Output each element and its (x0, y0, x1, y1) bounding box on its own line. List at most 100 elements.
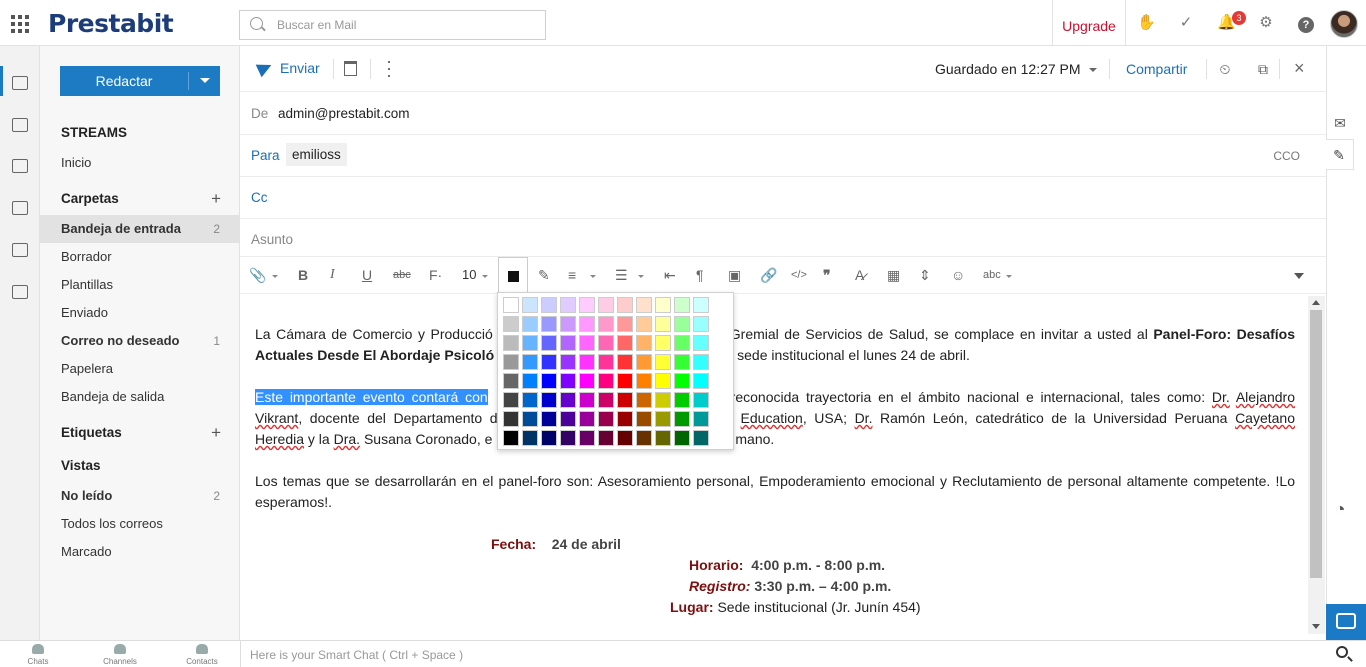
italic-icon[interactable]: I (330, 267, 335, 283)
color-swatch[interactable] (617, 297, 633, 313)
help-icon[interactable]: ? (1298, 17, 1314, 33)
cc-label[interactable]: Cc (251, 190, 268, 205)
link-icon[interactable]: 🔗 (760, 267, 777, 283)
color-swatch[interactable] (560, 373, 576, 389)
color-swatch[interactable] (579, 316, 595, 332)
color-swatch[interactable] (598, 392, 614, 408)
color-swatch[interactable] (617, 392, 633, 408)
list-dropdown-icon[interactable] (638, 275, 644, 278)
color-swatch[interactable] (579, 373, 595, 389)
attachment-icon[interactable]: 📎 (249, 267, 266, 283)
align-dropdown-icon[interactable] (590, 275, 596, 278)
color-swatch[interactable] (655, 411, 671, 427)
color-swatch[interactable] (674, 297, 690, 313)
app-grid-icon[interactable] (11, 15, 29, 33)
color-swatch[interactable] (674, 430, 690, 446)
color-swatch[interactable] (636, 373, 652, 389)
color-swatch[interactable] (560, 411, 576, 427)
color-swatch[interactable] (674, 392, 690, 408)
sidebar-item-all-mail[interactable]: Todos los correos (40, 510, 240, 538)
color-swatch[interactable] (636, 316, 652, 332)
color-swatch[interactable] (693, 354, 709, 370)
color-swatch[interactable] (522, 430, 538, 446)
color-swatch[interactable] (617, 354, 633, 370)
color-swatch[interactable] (541, 430, 557, 446)
color-swatch[interactable] (560, 335, 576, 351)
color-swatch[interactable] (693, 373, 709, 389)
color-swatch[interactable] (522, 354, 538, 370)
color-swatch[interactable] (541, 392, 557, 408)
settings-gear-icon[interactable]: ⚙ (1257, 14, 1275, 32)
sidebar-item-flagged[interactable]: Marcado (40, 538, 240, 566)
color-swatch[interactable] (636, 297, 652, 313)
color-swatch[interactable] (541, 411, 557, 427)
color-swatch[interactable] (579, 392, 595, 408)
color-swatch[interactable] (560, 354, 576, 370)
contacts-tab[interactable]: Contacts (176, 641, 228, 667)
color-swatch[interactable] (560, 392, 576, 408)
add-tag-icon[interactable]: + (211, 419, 221, 447)
saved-dropdown-icon[interactable] (1089, 68, 1097, 72)
color-swatch[interactable] (598, 297, 614, 313)
sidebar-item-outbox[interactable]: Bandeja de salida (40, 383, 240, 411)
color-swatch[interactable] (522, 392, 538, 408)
send-button[interactable]: Enviar (255, 58, 320, 78)
scroll-down-icon[interactable] (1312, 624, 1320, 629)
channels-tab[interactable]: Channels (94, 641, 146, 667)
align-icon[interactable]: ≡ (568, 267, 576, 283)
color-swatch[interactable] (503, 354, 519, 370)
color-swatch[interactable] (617, 430, 633, 446)
search-icon[interactable] (1336, 646, 1348, 658)
color-swatch[interactable] (674, 411, 690, 427)
compose-tab[interactable]: ✎ (1326, 139, 1354, 170)
subject-field[interactable]: Asunto (240, 219, 1326, 257)
color-swatch[interactable] (541, 297, 557, 313)
color-swatch[interactable] (522, 297, 538, 313)
color-swatch[interactable] (655, 430, 671, 446)
close-icon[interactable]: × (1294, 58, 1305, 79)
text-color-button[interactable] (498, 257, 528, 294)
clear-format-icon[interactable]: A̷ (855, 267, 864, 283)
color-swatch[interactable] (522, 335, 538, 351)
calendar-icon[interactable] (12, 118, 28, 132)
color-swatch[interactable] (674, 373, 690, 389)
color-swatch[interactable] (503, 297, 519, 313)
color-swatch[interactable] (636, 335, 652, 351)
color-swatch[interactable] (579, 354, 595, 370)
schedule-icon[interactable]: ⏲ (1216, 60, 1234, 78)
color-swatch[interactable] (503, 335, 519, 351)
compose-button[interactable]: Redactar (60, 66, 220, 96)
color-swatch[interactable] (560, 430, 576, 446)
share-button[interactable]: Compartir (1126, 61, 1187, 77)
color-swatch[interactable] (541, 354, 557, 370)
sidebar-item-trash[interactable]: Papelera (40, 355, 240, 383)
scroll-up-icon[interactable] (1312, 300, 1320, 305)
color-swatch[interactable] (503, 411, 519, 427)
color-swatch[interactable] (522, 411, 538, 427)
from-value[interactable]: admin@prestabit.com (278, 106, 410, 121)
color-swatch[interactable] (541, 373, 557, 389)
code-icon[interactable]: </> (791, 267, 807, 283)
color-swatch[interactable] (617, 373, 633, 389)
mail-icon[interactable]: ✉ (1331, 114, 1349, 132)
color-swatch[interactable] (655, 373, 671, 389)
sidebar-item-drafts[interactable]: Borrador (40, 243, 240, 271)
color-swatch[interactable] (598, 316, 614, 332)
color-swatch[interactable] (693, 411, 709, 427)
search-input[interactable]: Buscar en Mail (239, 10, 546, 40)
color-swatch[interactable] (617, 411, 633, 427)
color-swatch[interactable] (655, 392, 671, 408)
more-options-icon[interactable]: · · · (386, 52, 392, 84)
sidebar-item-inicio[interactable]: Inicio (40, 149, 240, 177)
color-swatch[interactable] (560, 316, 576, 332)
user-avatar[interactable] (1330, 10, 1358, 38)
quote-icon[interactable]: ❞ (823, 267, 831, 283)
table-icon[interactable]: ▦ (887, 267, 900, 283)
color-swatch[interactable] (693, 297, 709, 313)
indent-icon[interactable]: ⇤ (664, 267, 676, 283)
tasks-icon[interactable] (12, 159, 28, 173)
sidebar-item-sent[interactable]: Enviado (40, 299, 240, 327)
color-swatch[interactable] (579, 411, 595, 427)
emoji-icon[interactable]: ☺ (951, 267, 965, 283)
tags-header[interactable]: Etiquetas + (40, 419, 240, 447)
